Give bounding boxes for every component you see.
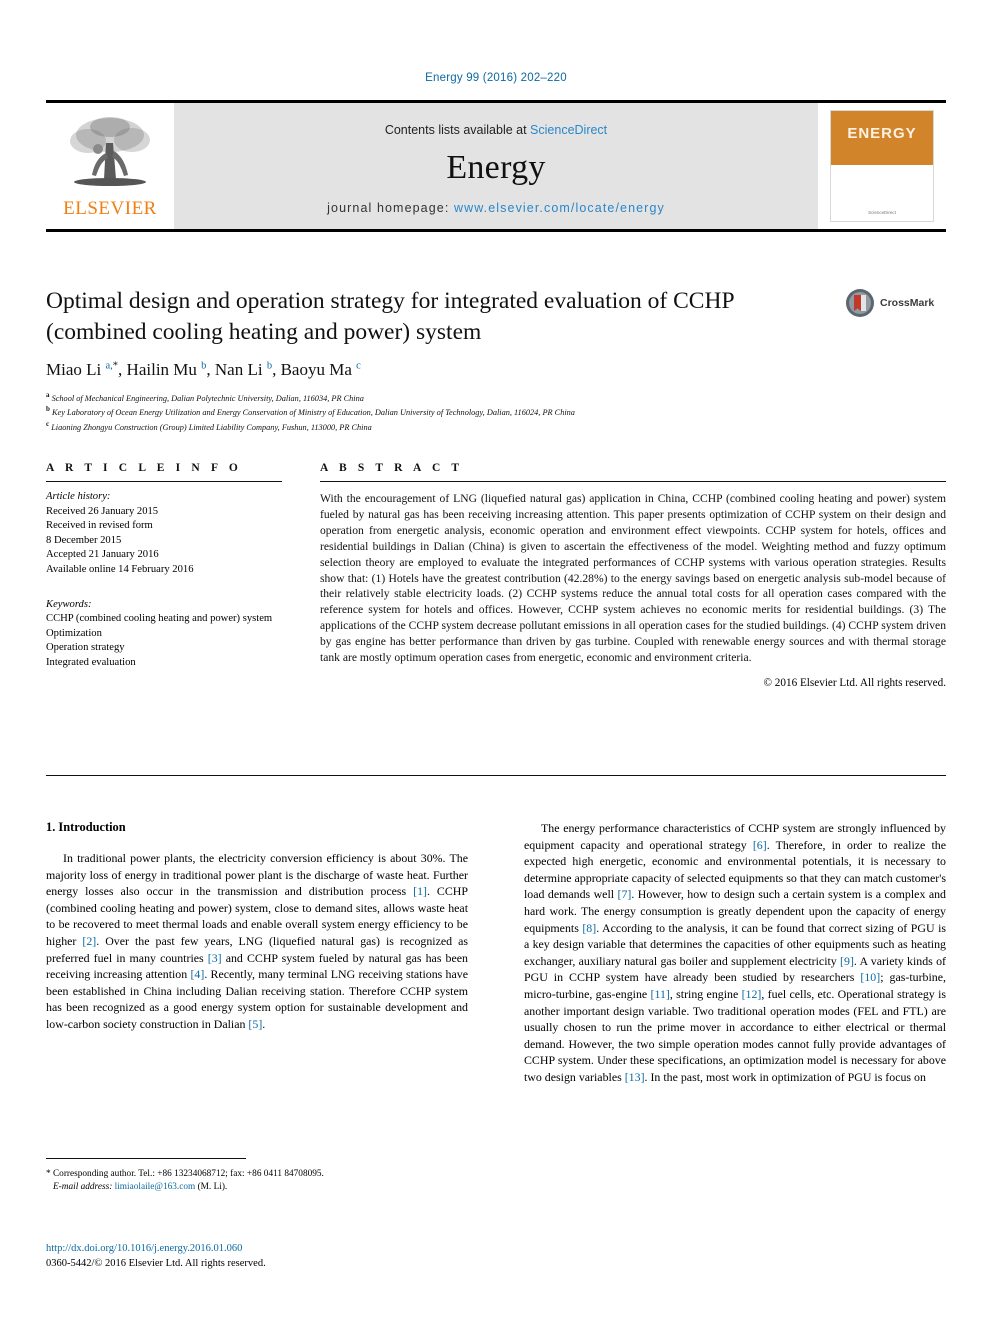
affiliation-item: b Key Laboratory of Ocean Energy Utiliza… bbox=[46, 404, 946, 418]
authors-text: Miao Li a,*, Hailin Mu b, Nan Li b, Baoy… bbox=[46, 360, 361, 379]
journal-masthead: ELSEVIER Contents lists available at Sci… bbox=[46, 100, 946, 232]
homepage-prefix: journal homepage: bbox=[327, 201, 454, 215]
keyword-item: Operation strategy bbox=[46, 642, 125, 654]
journal-title: Energy bbox=[446, 149, 546, 186]
elsevier-tree-icon bbox=[70, 116, 150, 186]
citation-ref[interactable]: [2] bbox=[82, 934, 96, 948]
keyword-item: Integrated evaluation bbox=[46, 656, 136, 668]
email-link[interactable]: limiaolaile@163.com bbox=[115, 1182, 196, 1192]
divider bbox=[320, 481, 946, 482]
paragraph-text: . In the past, most work in optimization… bbox=[644, 1069, 926, 1084]
citation-ref[interactable]: [10] bbox=[860, 970, 880, 984]
elsevier-logo: ELSEVIER bbox=[46, 103, 174, 229]
citation-ref[interactable]: [1] bbox=[413, 884, 427, 898]
citation-ref[interactable]: [5] bbox=[248, 1017, 262, 1031]
section-divider bbox=[46, 775, 946, 776]
citation-ref[interactable]: [9] bbox=[840, 954, 854, 968]
introduction-right-column: The energy performance characteristics o… bbox=[524, 820, 946, 1086]
abstract-copyright: © 2016 Elsevier Ltd. All rights reserved… bbox=[763, 676, 947, 689]
abstract-heading: A B S T R A C T bbox=[320, 462, 464, 474]
affiliation-marker: c bbox=[46, 419, 50, 428]
author-list: Miao Li a,*, Hailin Mu b, Nan Li b, Baoy… bbox=[46, 360, 846, 380]
affiliation-text: Key Laboratory of Ocean Energy Utilizati… bbox=[51, 408, 575, 418]
affiliation-text: School of Mechanical Engineering, Dalian… bbox=[51, 393, 364, 403]
citation-ref[interactable]: [3] bbox=[208, 951, 222, 965]
journal-homepage-line: journal homepage: www.elsevier.com/locat… bbox=[327, 201, 665, 215]
paragraph-text: . bbox=[262, 1016, 266, 1031]
affiliation-item: a School of Mechanical Engineering, Dali… bbox=[46, 390, 946, 404]
citation-ref[interactable]: [8] bbox=[582, 921, 596, 935]
crossmark-label: CrossMark bbox=[880, 297, 935, 309]
citation-ref[interactable]: [13] bbox=[625, 1070, 645, 1084]
article-info-column: A R T I C L E I N F O Article history: R… bbox=[46, 462, 282, 671]
keywords-block: Keywords: CCHP (combined cooling heating… bbox=[46, 598, 282, 671]
contents-available-line: Contents lists available at ScienceDirec… bbox=[385, 123, 607, 137]
affiliation-list: a School of Mechanical Engineering, Dali… bbox=[46, 390, 946, 433]
history-item: Available online 14 February 2016 bbox=[46, 563, 194, 575]
homepage-link[interactable]: www.elsevier.com/locate/energy bbox=[454, 201, 665, 215]
abstract-column: A B S T R A C T With the encouragement o… bbox=[320, 462, 946, 689]
keyword-item: Optimization bbox=[46, 627, 102, 639]
citation-ref[interactable]: [7] bbox=[617, 887, 631, 901]
history-item: 8 December 2015 bbox=[46, 534, 122, 546]
journal-cover-thumbnail: ENERGY ScienceDirect bbox=[818, 103, 946, 229]
affiliation-text: Liaoning Zhongyu Construction (Group) Li… bbox=[51, 422, 372, 432]
crossmark-badge[interactable]: CrossMark bbox=[845, 288, 945, 318]
masthead-center: Contents lists available at ScienceDirec… bbox=[174, 103, 818, 229]
footnote-divider bbox=[46, 1158, 246, 1159]
doi-link[interactable]: http://dx.doi.org/10.1016/j.energy.2016.… bbox=[46, 1242, 546, 1257]
abstract-text: With the encouragement of LNG (liquefied… bbox=[320, 492, 946, 665]
email-label: E-mail address: bbox=[52, 1182, 113, 1193]
paragraph-text: In traditional power plants, the electri… bbox=[46, 851, 468, 899]
contents-prefix: Contents lists available at bbox=[384, 123, 531, 137]
history-item: Accepted 21 January 2016 bbox=[46, 549, 159, 561]
citation-ref[interactable]: [11] bbox=[650, 987, 669, 1001]
article-title: Optimal design and operation strategy fo… bbox=[46, 288, 734, 345]
email-note: E-mail address: limiaolaile@163.com (M. … bbox=[46, 1181, 476, 1194]
article-history: Article history: Received 26 January 201… bbox=[46, 490, 282, 578]
keyword-item: CCHP (combined cooling heating and power… bbox=[46, 613, 273, 625]
sciencedirect-link[interactable]: ScienceDirect bbox=[530, 123, 607, 137]
section-heading-introduction: 1. Introduction bbox=[46, 820, 126, 834]
affiliation-marker: a bbox=[46, 391, 50, 399]
citation-ref[interactable]: [6] bbox=[753, 838, 767, 852]
history-item: Received 26 January 2015 bbox=[46, 505, 159, 517]
journal-article-page: Energy 99 (2016) 202–220 ELSEVIER Conten… bbox=[0, 0, 992, 1323]
issn-copyright-line: 0360-5442/© 2016 Elsevier Ltd. All right… bbox=[46, 1257, 266, 1269]
paragraph-text: , string engine bbox=[669, 986, 742, 1001]
keywords-label: Keywords: bbox=[46, 598, 92, 610]
article-history-label: Article history: bbox=[46, 491, 111, 502]
affiliation-item: c Liaoning Zhongyu Construction (Group) … bbox=[46, 419, 946, 433]
history-item: Received in revised form bbox=[46, 520, 153, 532]
cover-footer-text: ScienceDirect bbox=[868, 210, 896, 215]
introduction-left-column: 1. Introduction In traditional power pla… bbox=[46, 820, 468, 1033]
doi-block: http://dx.doi.org/10.1016/j.energy.2016.… bbox=[46, 1242, 546, 1271]
divider bbox=[46, 481, 282, 482]
intro-paragraph-right: The energy performance characteristics o… bbox=[524, 820, 946, 1086]
running-head: Energy 99 (2016) 202–220 bbox=[425, 72, 567, 84]
affiliation-marker: b bbox=[46, 405, 50, 414]
email-suffix: (M. Li). bbox=[197, 1182, 228, 1193]
citation-ref[interactable]: [12] bbox=[742, 987, 762, 1001]
crossmark-icon bbox=[846, 289, 874, 317]
corresponding-author-note: * Corresponding author. Tel.: +86 132340… bbox=[46, 1169, 324, 1179]
footnote-block: * Corresponding author. Tel.: +86 132340… bbox=[46, 1168, 476, 1194]
elsevier-wordmark: ELSEVIER bbox=[63, 197, 157, 219]
intro-paragraph-left: In traditional power plants, the electri… bbox=[46, 850, 468, 1033]
article-info-heading: A R T I C L E I N F O bbox=[46, 462, 242, 474]
cover-title-text: ENERGY bbox=[847, 125, 917, 142]
citation-ref[interactable]: [4] bbox=[190, 967, 204, 981]
